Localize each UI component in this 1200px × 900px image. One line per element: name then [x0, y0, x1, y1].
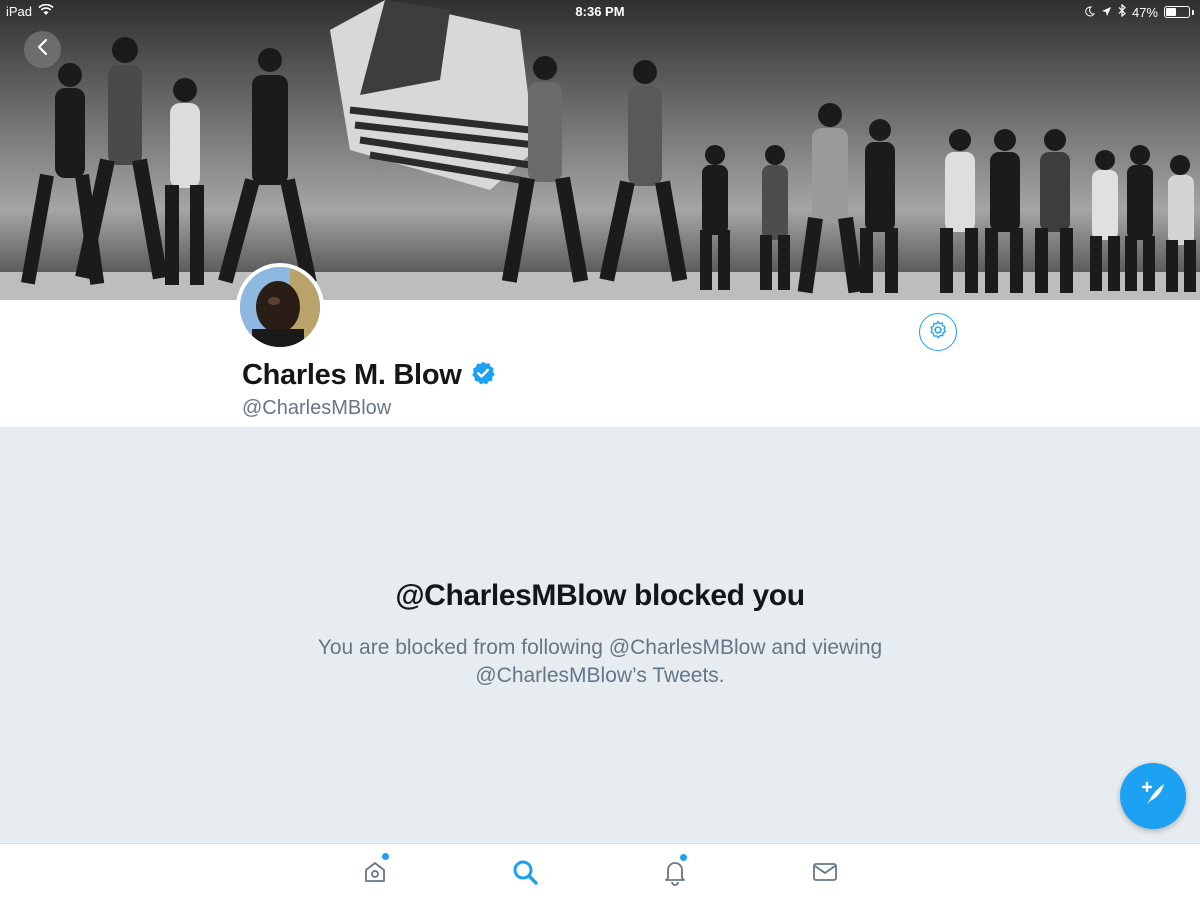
tab-messages[interactable]: [805, 856, 845, 892]
battery-icon: [1164, 6, 1190, 18]
tab-bar: [0, 843, 1200, 900]
profile-header: [0, 300, 1200, 427]
compose-feather-icon: [1137, 778, 1169, 815]
search-icon: [511, 858, 539, 891]
tab-home[interactable]: [355, 853, 395, 892]
settings-button[interactable]: [919, 313, 957, 351]
battery-tip: [1192, 9, 1194, 15]
battery-fill: [1166, 8, 1176, 16]
profile-handle: @CharlesMBlow: [242, 397, 392, 419]
blocked-message: You are blocked from following @CharlesM…: [250, 634, 950, 690]
compose-tweet-button[interactable]: [1120, 763, 1186, 829]
tab-notifications[interactable]: [655, 854, 695, 892]
bluetooth-icon: [1118, 3, 1126, 20]
messages-icon: [812, 861, 838, 888]
battery-percent: 47%: [1131, 4, 1158, 20]
moon-icon: [1084, 5, 1095, 20]
gear-icon: [927, 319, 949, 346]
blocked-message-line-2: @CharlesMBlow’s Tweets.: [475, 664, 725, 687]
back-button[interactable]: [24, 31, 61, 68]
header-banner-image: [0, 0, 1200, 300]
avatar[interactable]: [236, 263, 324, 351]
tab-search[interactable]: [505, 856, 545, 892]
notifications-badge-dot: [680, 854, 687, 861]
status-bar: iPad 8:36 PM 47%: [0, 0, 1200, 24]
chevron-left-icon: [36, 38, 50, 61]
blocked-message-line-1: You are blocked from following @CharlesM…: [317, 636, 883, 659]
home-icon: [362, 859, 388, 890]
notifications-icon: [662, 858, 688, 891]
verified-badge-icon: [470, 360, 496, 391]
location-icon: [1101, 5, 1112, 20]
status-right: 47%: [1084, 3, 1194, 20]
home-badge-dot: [382, 853, 389, 860]
status-time: 8:36 PM: [575, 4, 625, 19]
display-name-row: Charles M. Blow: [242, 359, 496, 392]
blocked-title: @CharlesMBlow blocked you: [395, 579, 805, 612]
display-name: Charles M. Blow: [242, 359, 462, 391]
